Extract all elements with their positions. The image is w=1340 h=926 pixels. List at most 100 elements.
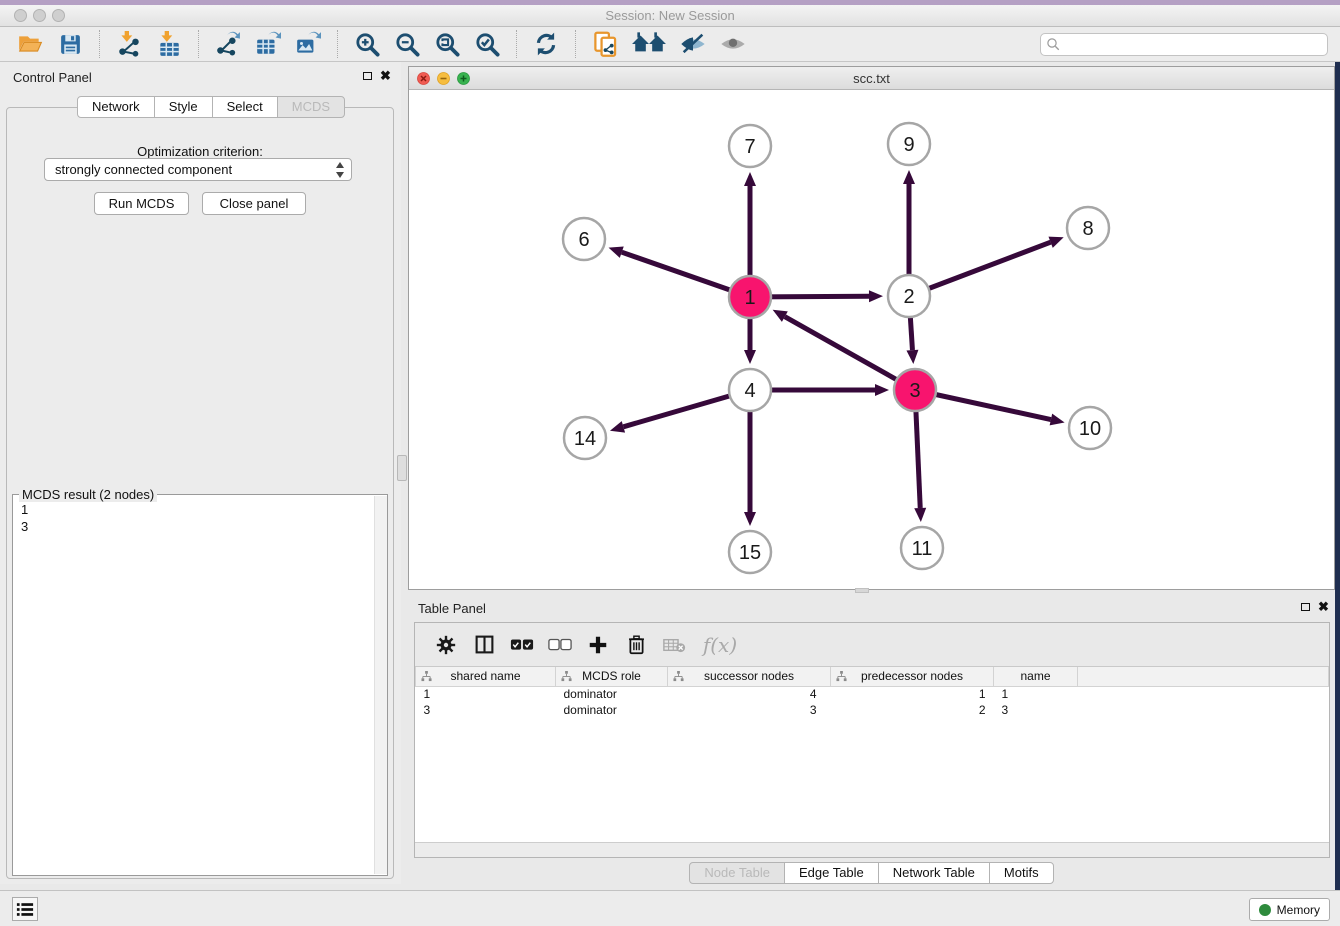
- memory-button[interactable]: Memory: [1249, 898, 1330, 921]
- close-panel-icon[interactable]: ✖: [380, 71, 391, 81]
- export-image-icon[interactable]: [293, 29, 323, 59]
- toolbar-separator: [99, 30, 100, 58]
- run-mcds-button[interactable]: Run MCDS: [94, 192, 189, 215]
- network-zoom-button[interactable]: [457, 72, 470, 85]
- open-session-icon[interactable]: [15, 29, 45, 59]
- refresh-view-icon[interactable]: [531, 29, 561, 59]
- toolbar-separator: [575, 30, 576, 58]
- network-view-window: scc.txt 7968124314101511: [408, 66, 1335, 590]
- tab-network[interactable]: Network: [77, 96, 155, 118]
- import-network-icon[interactable]: [114, 29, 144, 59]
- col-successor-nodes[interactable]: successor nodes: [668, 667, 831, 686]
- graph-arrowhead: [610, 421, 625, 433]
- status-bar: Memory: [0, 890, 1340, 926]
- network-window-titlebar[interactable]: scc.txt: [409, 67, 1334, 90]
- graph-node-label: 6: [578, 229, 589, 251]
- tab-style[interactable]: Style: [154, 96, 213, 118]
- toolbar-separator: [337, 30, 338, 58]
- zoom-in-icon[interactable]: [352, 29, 382, 59]
- select-all-icon[interactable]: [508, 631, 536, 659]
- hide-eye-icon[interactable]: [678, 29, 708, 59]
- save-session-icon[interactable]: [55, 29, 85, 59]
- close-panel-button[interactable]: Close panel: [202, 192, 306, 215]
- mcds-result-scrollbar[interactable]: [374, 496, 387, 874]
- function-builder-icon[interactable]: f(x): [698, 631, 742, 659]
- gear-icon[interactable]: [432, 631, 460, 659]
- tab-node-table[interactable]: Node Table: [689, 862, 785, 884]
- panel-divider-handle[interactable]: [397, 455, 407, 481]
- tab-select[interactable]: Select: [212, 96, 278, 118]
- optimization-criterion-label: Optimization criterion:: [0, 144, 400, 159]
- col-name[interactable]: name: [994, 667, 1078, 686]
- graph-arrowhead: [744, 350, 756, 364]
- graph-node-label: 11: [912, 538, 933, 560]
- table-header-row: shared name MCDS role successor nodes pr…: [416, 667, 1329, 686]
- tab-network-table[interactable]: Network Table: [878, 862, 990, 884]
- network-graph[interactable]: 7968124314101511: [409, 90, 1334, 589]
- col-filler: [1078, 667, 1329, 686]
- search-input[interactable]: [1040, 33, 1328, 56]
- tab-edge-table[interactable]: Edge Table: [784, 862, 879, 884]
- col-shared-name[interactable]: shared name: [416, 667, 556, 686]
- control-panel-title: Control Panel: [13, 70, 92, 85]
- cell-mcds-role[interactable]: dominator: [556, 702, 668, 718]
- mcds-result-box: MCDS result (2 nodes) 1 3: [12, 494, 388, 876]
- split-columns-icon[interactable]: [470, 631, 498, 659]
- add-icon[interactable]: [584, 631, 612, 659]
- window-close-button[interactable]: [14, 9, 27, 22]
- window-minimize-button[interactable]: [33, 9, 46, 22]
- export-table-icon[interactable]: [253, 29, 283, 59]
- cell-mcds-role[interactable]: dominator: [556, 686, 668, 702]
- tab-mcds[interactable]: MCDS: [277, 96, 345, 118]
- zoom-fit-icon[interactable]: [432, 29, 462, 59]
- zoom-selected-icon[interactable]: [472, 29, 502, 59]
- graph-node-label: 15: [739, 542, 761, 564]
- window-zoom-button[interactable]: [52, 9, 65, 22]
- mcds-result-text[interactable]: 1 3: [21, 501, 28, 535]
- graph-edge-3-1[interactable]: [785, 317, 915, 390]
- graph-edge-2-8[interactable]: [909, 242, 1051, 296]
- delete-table-icon[interactable]: [660, 631, 688, 659]
- graph-node-label: 4: [744, 380, 755, 402]
- network-close-button[interactable]: [417, 72, 430, 85]
- table-row[interactable]: 1 dominator 4 1 1: [416, 686, 1329, 702]
- graph-arrowhead: [914, 508, 926, 522]
- float-panel-icon[interactable]: [363, 72, 372, 80]
- network-minimize-button[interactable]: [437, 72, 450, 85]
- show-eye-icon[interactable]: [718, 29, 748, 59]
- tab-motifs[interactable]: Motifs: [989, 862, 1054, 884]
- horizontal-split-grip[interactable]: [855, 588, 869, 593]
- col-predecessor-nodes[interactable]: predecessor nodes: [831, 667, 994, 686]
- cell-successor-nodes[interactable]: 3: [668, 702, 831, 718]
- task-history-button[interactable]: [12, 897, 38, 921]
- table-row[interactable]: 3 dominator 3 2 3: [416, 702, 1329, 718]
- cell-shared-name[interactable]: 1: [416, 686, 556, 702]
- zoom-out-icon[interactable]: [392, 29, 422, 59]
- criterion-select[interactable]: strongly connected component: [44, 158, 352, 181]
- graph-node-label: 10: [1079, 418, 1101, 440]
- graph-arrowhead: [744, 172, 756, 186]
- table-toolbar: f(x): [415, 623, 1329, 667]
- copy-view-icon[interactable]: [590, 29, 620, 59]
- node-table-container: f(x) shared name MCDS role successor nod…: [414, 622, 1330, 858]
- cell-name[interactable]: 3: [994, 702, 1078, 718]
- cell-successor-nodes[interactable]: 4: [668, 686, 831, 702]
- home-icon[interactable]: [630, 29, 668, 59]
- trash-icon[interactable]: [622, 631, 650, 659]
- tree-icon: [561, 671, 572, 685]
- cell-predecessor-nodes[interactable]: 1: [831, 686, 994, 702]
- cell-name[interactable]: 1: [994, 686, 1078, 702]
- memory-status-icon: [1259, 904, 1271, 916]
- cell-shared-name[interactable]: 3: [416, 702, 556, 718]
- float-table-panel-icon[interactable]: [1301, 603, 1310, 611]
- mcds-result-title: MCDS result (2 nodes): [19, 487, 157, 502]
- tree-icon: [421, 671, 432, 685]
- unselect-all-icon[interactable]: [546, 631, 574, 659]
- col-mcds-role[interactable]: MCDS role: [556, 667, 668, 686]
- graph-arrowhead: [903, 170, 915, 184]
- table-horizontal-scrollbar[interactable]: [415, 842, 1329, 857]
- export-network-icon[interactable]: [213, 29, 243, 59]
- cell-predecessor-nodes[interactable]: 2: [831, 702, 994, 718]
- import-table-icon[interactable]: [154, 29, 184, 59]
- close-table-panel-icon[interactable]: ✖: [1318, 602, 1329, 612]
